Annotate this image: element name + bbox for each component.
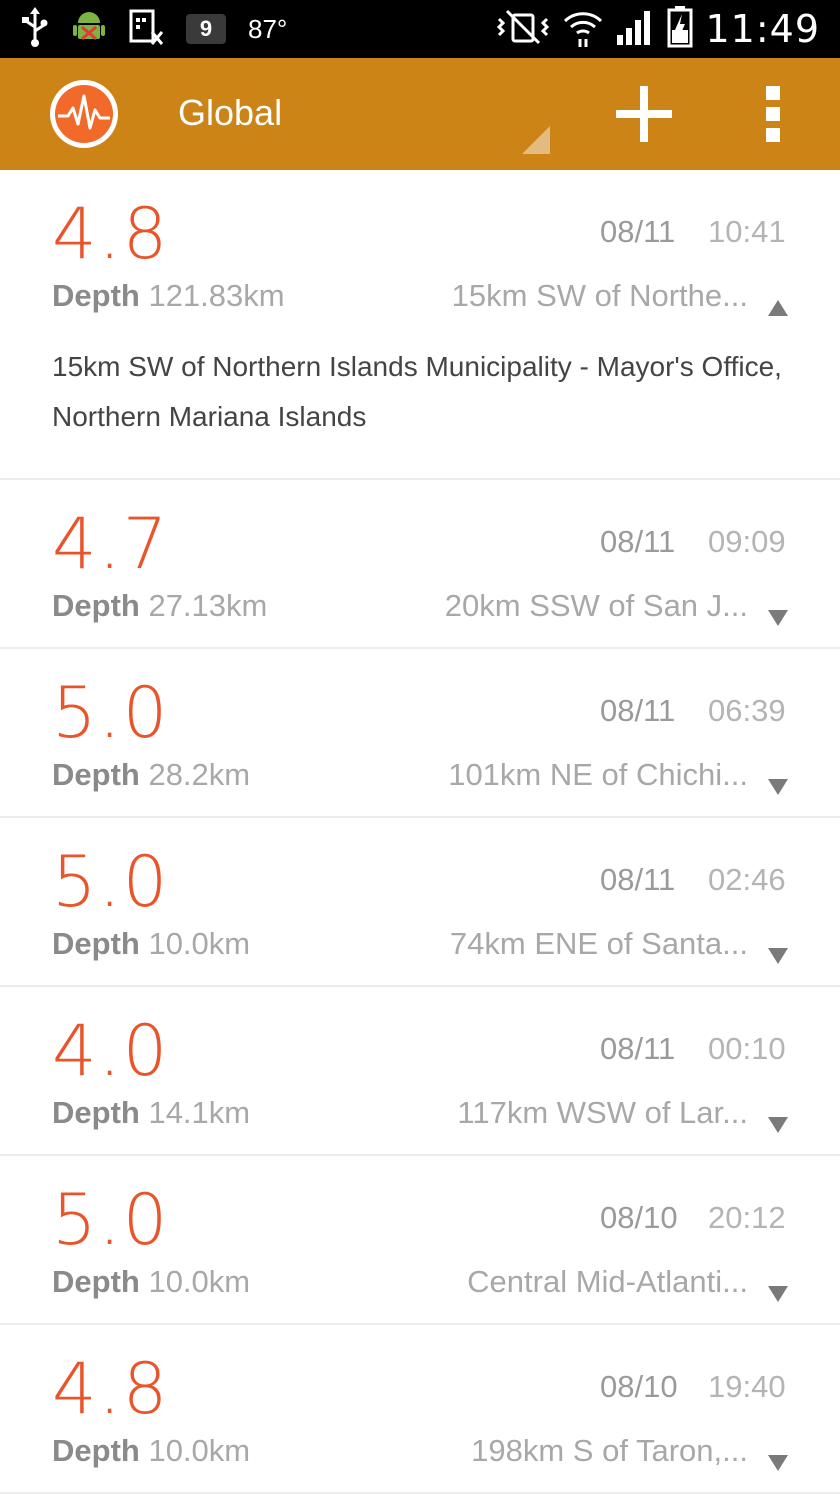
depth-row: Depth 14.1km [52, 1095, 250, 1131]
overflow-menu-button[interactable] [760, 84, 788, 144]
chevron-down-icon[interactable] [766, 1451, 790, 1475]
depth-row: Depth 10.0km [52, 1264, 250, 1300]
region-spinner-title[interactable]: Global [178, 92, 282, 134]
quake-date: 08/10 [600, 1369, 678, 1404]
depth-label: Depth [52, 757, 140, 792]
signal-icon [615, 7, 655, 52]
sim-blocked-icon [128, 8, 164, 51]
chevron-down-icon[interactable] [766, 606, 790, 630]
depth-label: Depth [52, 1264, 140, 1299]
quake-date: 08/11 [600, 862, 676, 897]
depth-label: Depth [52, 1433, 140, 1468]
quake-time: 06:39 [708, 693, 786, 728]
location-short: 20km SSW of San J... [444, 588, 748, 623]
depth-label: Depth [52, 588, 140, 623]
location-short: 198km S of Taron,... [471, 1433, 748, 1468]
plus-icon [616, 86, 672, 142]
quake-date: 08/10 [600, 1200, 678, 1235]
seismograph-logo-icon[interactable] [48, 78, 120, 150]
depth-value: 28.2km [148, 757, 251, 792]
depth-row: Depth 121.83km [52, 278, 285, 314]
depth-row: Depth 10.0km [52, 1433, 250, 1469]
usb-icon [20, 6, 50, 52]
earthquake-list: 4.8 08/11 10:41 Depth 121.83km 15km SW o… [0, 170, 840, 1494]
depth-row: Depth 28.2km [52, 757, 250, 793]
quake-time: 10:41 [708, 214, 786, 249]
chevron-down-icon[interactable] [766, 775, 790, 799]
chevron-down-icon[interactable] [766, 1282, 790, 1306]
quake-list-item[interactable]: 5.0 08/10 20:12 Depth 10.0km Central Mid… [0, 1156, 840, 1325]
spinner-indicator-icon[interactable] [522, 126, 550, 154]
location-short: 101km NE of Chichi... [448, 757, 748, 792]
clock: 11:49 [705, 7, 820, 51]
location-short: Central Mid-Atlanti... [467, 1264, 748, 1299]
overflow-menu-icon [766, 86, 780, 142]
depth-row: Depth 27.13km [52, 588, 267, 624]
add-button[interactable] [612, 82, 676, 146]
depth-value: 10.0km [148, 1264, 251, 1299]
location-short: 74km ENE of Santa... [449, 926, 748, 961]
vibrate-mute-icon [495, 9, 551, 50]
quake-time: 00:10 [708, 1031, 786, 1066]
location-short: 15km SW of Northe... [451, 278, 748, 313]
depth-value: 121.83km [148, 278, 285, 313]
quake-list-item[interactable]: 4.8 08/10 19:40 Depth 10.0km 198km S of … [0, 1325, 840, 1494]
quake-date: 08/11 [600, 524, 676, 559]
quake-time: 09:09 [708, 524, 786, 559]
temperature-readout: 87° [248, 13, 288, 44]
depth-value: 14.1km [148, 1095, 251, 1130]
magnitude: 4.0 [52, 1010, 170, 1092]
quake-time: 20:12 [708, 1200, 786, 1235]
magnitude: 5.0 [52, 1179, 170, 1261]
depth-row: Depth 10.0km [52, 926, 250, 962]
magnitude: 4.8 [52, 1348, 170, 1430]
android-debug-icon [72, 9, 106, 50]
depth-value: 27.13km [148, 588, 268, 623]
quake-list-item[interactable]: 5.0 08/11 06:39 Depth 28.2km 101km NE of… [0, 649, 840, 818]
quake-list-item[interactable]: 4.8 08/11 10:41 Depth 121.83km 15km SW o… [0, 170, 840, 480]
location-short: 117km WSW of Lar... [457, 1095, 748, 1130]
depth-value: 10.0km [148, 1433, 251, 1468]
notification-count-badge: 9 [186, 14, 226, 44]
chevron-down-icon[interactable] [766, 944, 790, 968]
magnitude: 5.0 [52, 672, 170, 754]
chevron-down-icon[interactable] [766, 1113, 790, 1137]
action-bar: Global [0, 58, 840, 170]
quake-list-item[interactable]: 5.0 08/11 02:46 Depth 10.0km 74km ENE of… [0, 818, 840, 987]
location-full: 15km SW of Northern Islands Municipality… [52, 351, 782, 432]
magnitude: 5.0 [52, 841, 170, 923]
wifi-icon [563, 7, 603, 52]
magnitude: 4.7 [52, 503, 170, 585]
depth-label: Depth [52, 278, 140, 313]
quake-date: 08/11 [600, 693, 676, 728]
quake-list-item[interactable]: 4.0 08/11 00:10 Depth 14.1km 117km WSW o… [0, 987, 840, 1156]
quake-date: 08/11 [600, 214, 676, 249]
quake-list-item[interactable]: 4.7 08/11 09:09 Depth 27.13km 20km SSW o… [0, 480, 840, 649]
magnitude: 4.8 [52, 193, 170, 275]
quake-time: 19:40 [708, 1369, 786, 1404]
battery-charging-icon [667, 5, 693, 53]
quake-date: 08/11 [600, 1031, 676, 1066]
depth-label: Depth [52, 926, 140, 961]
quake-time: 02:46 [708, 862, 786, 897]
status-bar-right: 11:49 [495, 5, 820, 53]
chevron-up-icon[interactable] [766, 296, 790, 320]
depth-value: 10.0km [148, 926, 251, 961]
status-bar-left: 9 87° [20, 6, 288, 52]
depth-label: Depth [52, 1095, 140, 1130]
status-bar: 9 87° 11:49 [0, 0, 840, 58]
